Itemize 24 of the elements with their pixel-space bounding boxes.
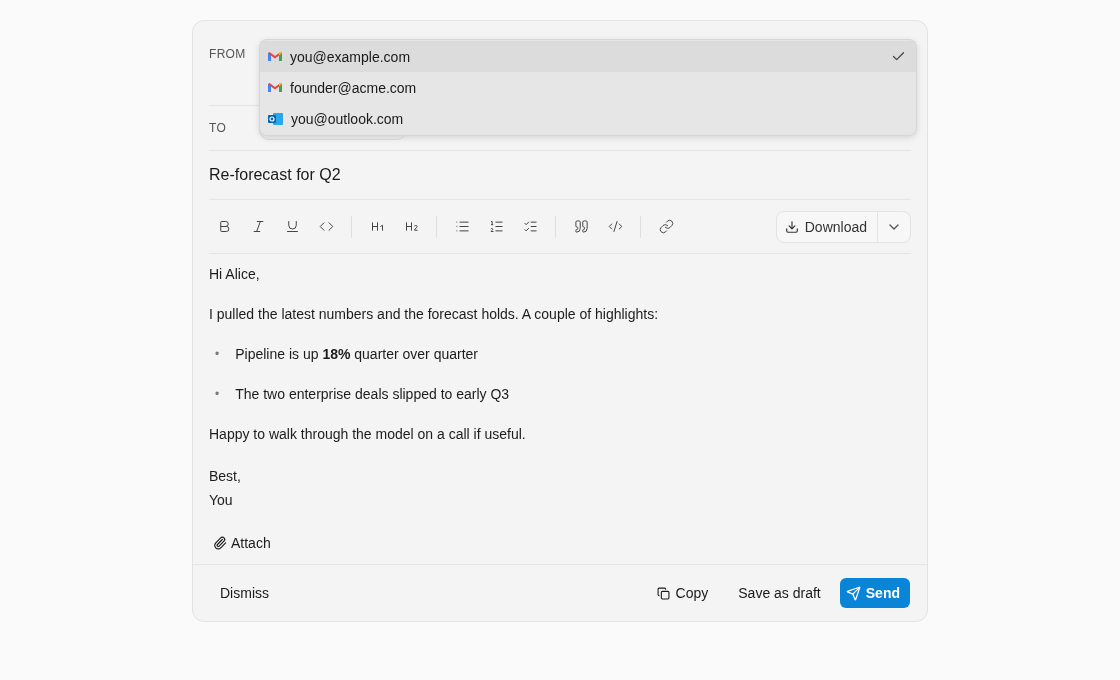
download-button[interactable]: Download xyxy=(776,211,878,242)
sender-option[interactable]: you@example.com xyxy=(260,41,916,72)
body-paragraph: Hi Alice, xyxy=(209,265,261,284)
signature-line: Best, xyxy=(209,467,242,486)
bullet-marker: • xyxy=(215,386,220,403)
from-label: FROM xyxy=(209,47,247,61)
sender-option[interactable]: founder@acme.com xyxy=(260,72,916,103)
save-draft-button[interactable]: Save as draft xyxy=(727,579,832,607)
signature-line: You xyxy=(209,491,234,510)
bullet-item: The two enterprise deals slipped to early Q3 xyxy=(235,385,510,404)
body-paragraph: I pulled the latest numbers and the forecast holds. A couple of highlights: xyxy=(209,305,660,324)
subject-text[interactable]: Re-forecast for Q2 xyxy=(209,166,341,184)
to-label: TO xyxy=(209,121,228,135)
body-paragraph: Happy to walk through the model on a call if useful. xyxy=(209,425,527,444)
send-button[interactable]: Send xyxy=(839,578,910,608)
bullet-marker: • xyxy=(215,346,220,363)
copy-button[interactable]: Copy xyxy=(645,579,720,607)
sender-address: you@example.com xyxy=(290,48,412,65)
attach-button[interactable]: Attach xyxy=(209,530,275,556)
sender-address: founder@acme.com xyxy=(290,79,418,96)
dismiss-button[interactable]: Dismiss xyxy=(209,579,280,607)
bullet-item: Pipeline is up 18% quarter over quarter xyxy=(235,345,479,364)
sender-option[interactable]: you@outlook.com xyxy=(260,103,916,134)
sender-address: you@outlook.com xyxy=(291,110,405,127)
